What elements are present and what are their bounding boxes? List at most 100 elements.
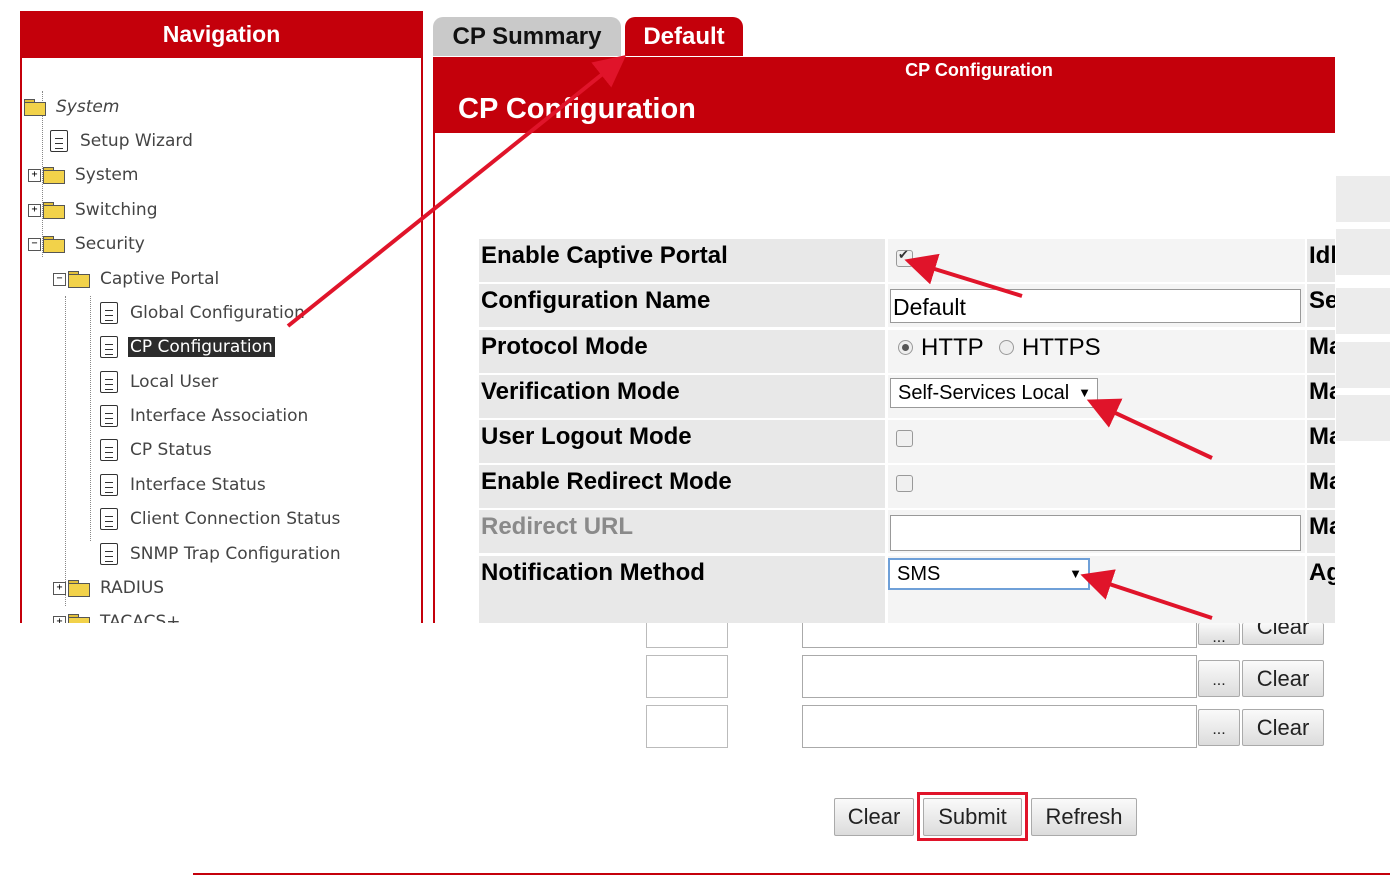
row-protocol-mode: Protocol Mode HTTP HTTPS Ma bbox=[479, 330, 1335, 373]
file-path-input[interactable] bbox=[802, 623, 1197, 648]
side-panel-cell bbox=[1336, 342, 1390, 388]
side-panel-cell bbox=[1336, 229, 1390, 275]
http-radio[interactable] bbox=[898, 340, 913, 355]
configuration-name-input[interactable]: Default bbox=[890, 289, 1301, 323]
side-label: Ma bbox=[1309, 333, 1335, 360]
tree-node-switching[interactable]: + Switching bbox=[28, 195, 160, 225]
page-icon bbox=[100, 439, 118, 461]
clear-row-button[interactable]: Clear bbox=[1242, 660, 1324, 697]
table-cell bbox=[646, 705, 728, 748]
navigation-panel: Navigation System Setup Wizard + System … bbox=[20, 11, 423, 623]
field-label: Enable Redirect Mode bbox=[481, 468, 732, 495]
config-header: CP Configuration CP Configuration bbox=[433, 57, 1335, 133]
page-icon bbox=[100, 371, 118, 393]
row-user-logout-mode: User Logout Mode Ma bbox=[479, 420, 1335, 463]
clear-row-button[interactable]: Clear bbox=[1242, 623, 1324, 645]
row-enable-captive-portal: Enable Captive Portal Idl bbox=[479, 239, 1335, 282]
table-cell bbox=[646, 655, 728, 698]
tree-label: Security bbox=[75, 234, 145, 254]
field-label: User Logout Mode bbox=[481, 423, 692, 450]
field-label: Enable Captive Portal bbox=[481, 242, 728, 269]
https-radio[interactable] bbox=[999, 340, 1014, 355]
expand-icon[interactable]: + bbox=[28, 168, 41, 182]
notification-method-select[interactable]: SMS ▼ bbox=[888, 558, 1090, 590]
tree-item-local-user[interactable]: Local User bbox=[100, 367, 220, 397]
config-header-caption: CP Configuration bbox=[905, 60, 1053, 80]
field-label: Redirect URL bbox=[481, 513, 634, 540]
tree-node-captive-portal[interactable]: − Captive Portal bbox=[53, 264, 221, 294]
dropdown-arrow-icon: ▼ bbox=[1069, 566, 1082, 581]
tree-label: System bbox=[75, 165, 139, 185]
tree-item-setup-wizard[interactable]: Setup Wizard bbox=[50, 126, 195, 156]
open-folder-icon bbox=[24, 99, 46, 116]
page-icon bbox=[50, 130, 68, 152]
folder-icon bbox=[68, 614, 90, 623]
row-enable-redirect-mode: Enable Redirect Mode Ma bbox=[479, 465, 1335, 508]
tree-node-tacacs[interactable]: + TACACS+ bbox=[53, 607, 183, 623]
side-label: Idl bbox=[1309, 242, 1335, 269]
row-redirect-url: Redirect URL Ma bbox=[479, 510, 1335, 553]
tree-label: CP Status bbox=[130, 440, 212, 460]
tree-label: Interface Status bbox=[130, 475, 266, 495]
tree-item-global-configuration[interactable]: Global Configuration bbox=[100, 298, 307, 328]
verification-mode-select[interactable]: Self-Services Local ▼ bbox=[890, 378, 1098, 408]
tab-cp-summary[interactable]: CP Summary bbox=[433, 17, 621, 56]
redirect-url-input[interactable] bbox=[890, 515, 1301, 551]
tree-label: TACACS+ bbox=[100, 612, 181, 623]
tree-node-system[interactable]: + System bbox=[28, 160, 140, 190]
open-folder-icon bbox=[43, 236, 65, 253]
select-value: SMS bbox=[897, 563, 941, 585]
browse-button[interactable]: ... bbox=[1198, 660, 1240, 697]
tree-label: Client Connection Status bbox=[130, 509, 341, 529]
file-path-input[interactable] bbox=[802, 655, 1197, 698]
page-icon bbox=[100, 405, 118, 427]
expand-icon[interactable]: + bbox=[53, 581, 66, 595]
tree-item-cp-status[interactable]: CP Status bbox=[100, 435, 214, 465]
tab-default[interactable]: Default bbox=[625, 17, 743, 56]
side-label: Ag bbox=[1309, 559, 1335, 586]
side-panel-cell bbox=[1336, 176, 1390, 222]
file-path-input[interactable] bbox=[802, 705, 1197, 748]
tree-item-interface-status[interactable]: Interface Status bbox=[100, 470, 268, 500]
tree-item-interface-association[interactable]: Interface Association bbox=[100, 401, 310, 431]
tree-label: Switching bbox=[75, 200, 158, 220]
submit-highlight-box bbox=[917, 792, 1028, 841]
browse-button[interactable]: ... bbox=[1198, 709, 1240, 746]
tree-node-security[interactable]: − Security bbox=[28, 229, 147, 259]
tree-item-snmp-trap-configuration[interactable]: SNMP Trap Configuration bbox=[100, 539, 343, 569]
page-icon bbox=[100, 302, 118, 324]
page-icon bbox=[100, 543, 118, 565]
side-label: Ma bbox=[1309, 513, 1335, 540]
tree-node-system-root[interactable]: System bbox=[24, 92, 121, 122]
user-logout-mode-checkbox[interactable] bbox=[896, 430, 913, 447]
table-cell bbox=[646, 623, 728, 648]
tree-item-client-connection-status[interactable]: Client Connection Status bbox=[100, 504, 342, 534]
expand-icon[interactable]: + bbox=[28, 203, 41, 217]
enable-redirect-mode-checkbox[interactable] bbox=[896, 475, 913, 492]
collapse-icon[interactable]: − bbox=[28, 237, 41, 251]
clear-row-button[interactable]: Clear bbox=[1242, 709, 1324, 746]
collapse-icon[interactable]: − bbox=[53, 272, 66, 286]
tree-node-radius[interactable]: + RADIUS bbox=[53, 573, 166, 603]
tree-label: CP Configuration bbox=[128, 337, 275, 357]
select-value: Self-Services Local bbox=[898, 382, 1070, 404]
page-icon bbox=[100, 336, 118, 358]
open-folder-icon bbox=[68, 271, 90, 288]
page-icon bbox=[100, 508, 118, 530]
folder-icon bbox=[68, 580, 90, 597]
side-label: Ma bbox=[1309, 468, 1335, 495]
dropdown-arrow-icon: ▼ bbox=[1078, 385, 1091, 400]
refresh-button[interactable]: Refresh bbox=[1031, 798, 1137, 836]
tree-label: Captive Portal bbox=[100, 269, 220, 289]
tree-item-cp-configuration[interactable]: CP Configuration bbox=[100, 332, 275, 362]
folder-icon bbox=[43, 167, 65, 184]
page-title: CP Configuration bbox=[458, 93, 696, 125]
clear-button[interactable]: Clear bbox=[834, 798, 914, 836]
row-configuration-name: Configuration Name Default Se bbox=[479, 284, 1335, 327]
field-label: Protocol Mode bbox=[481, 333, 648, 360]
enable-captive-portal-checkbox[interactable] bbox=[896, 248, 913, 267]
https-radio-label: HTTPS bbox=[1022, 334, 1101, 361]
expand-icon[interactable]: + bbox=[53, 615, 66, 623]
side-panel-cell bbox=[1336, 395, 1390, 441]
browse-button[interactable]: ... bbox=[1198, 623, 1240, 645]
